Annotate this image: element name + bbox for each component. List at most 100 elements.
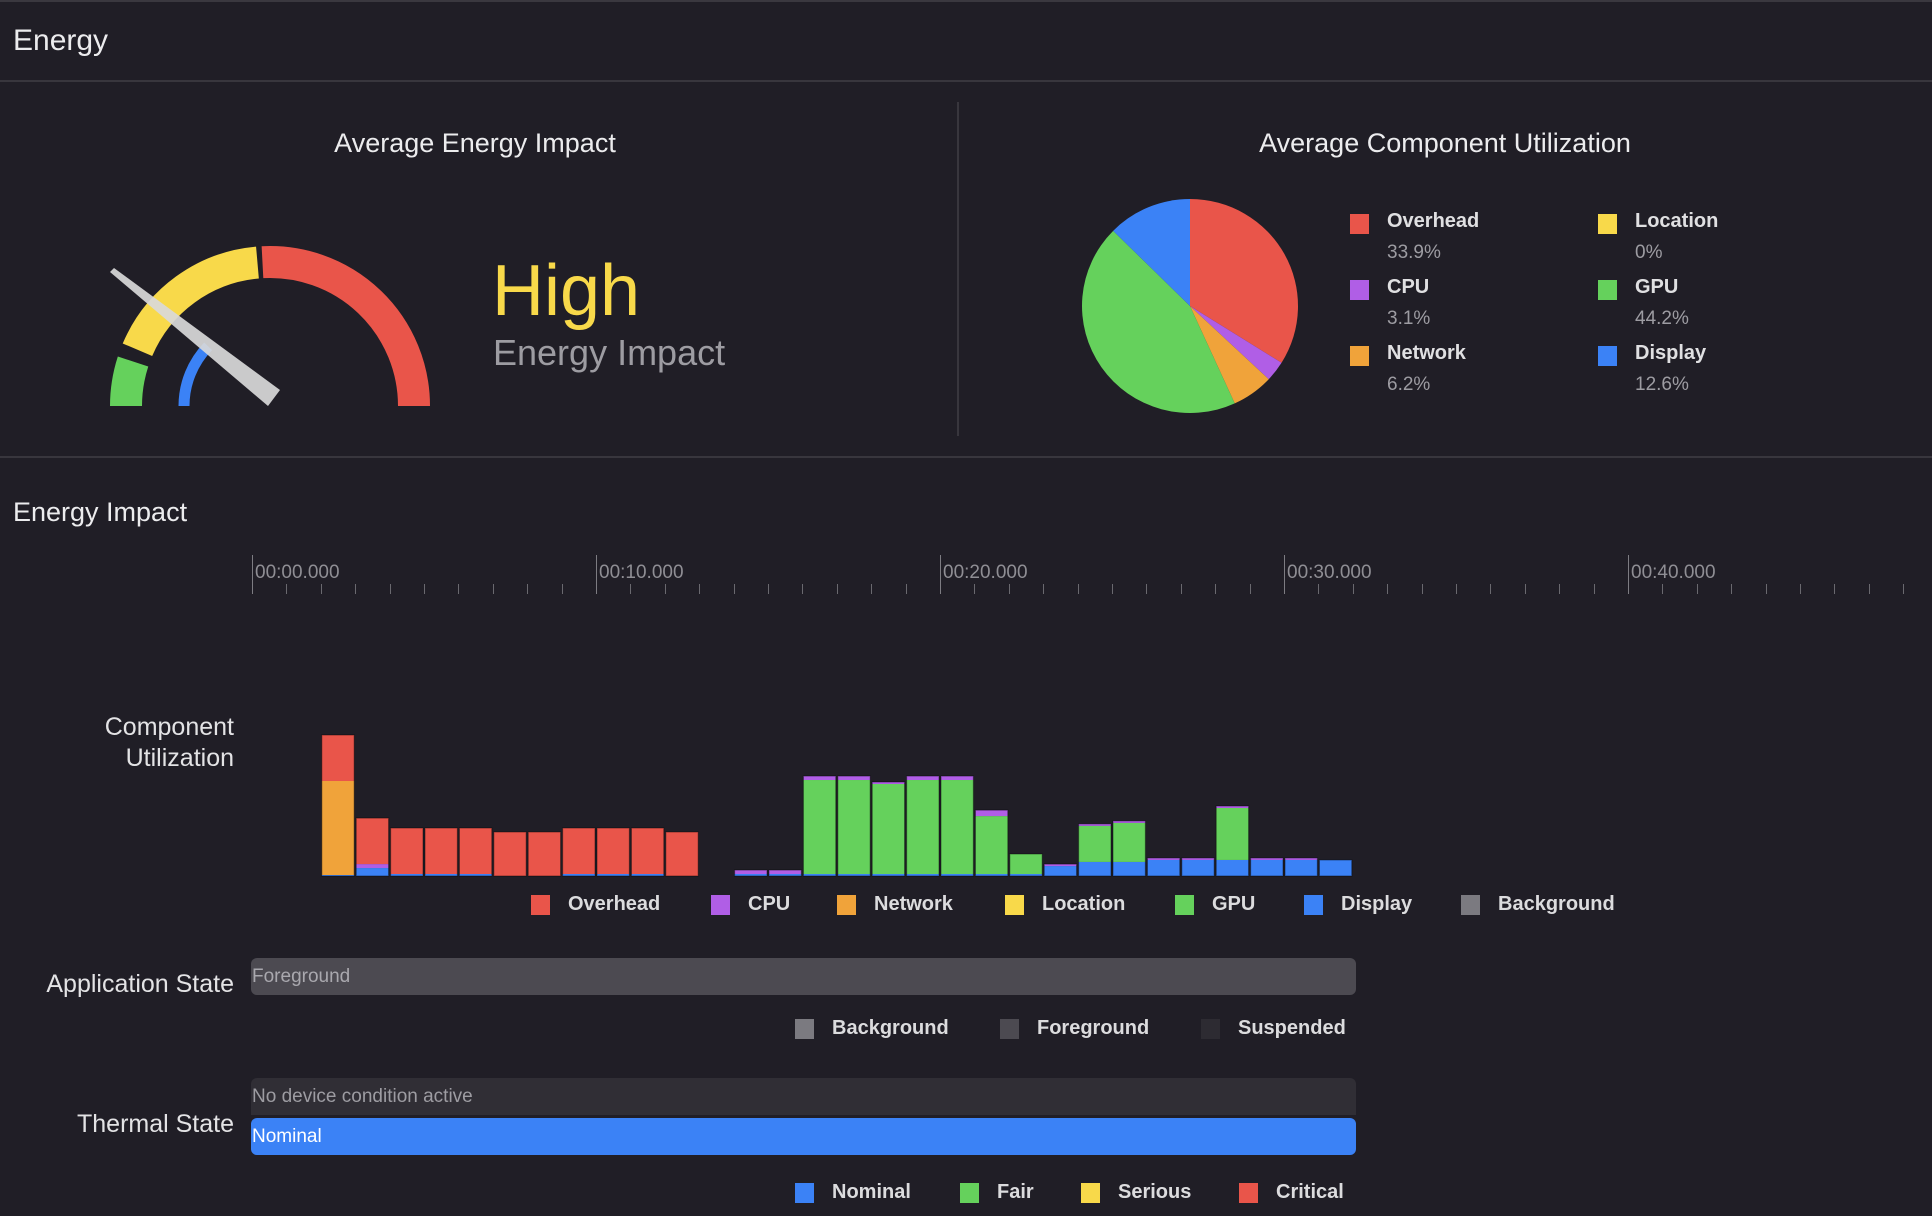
timeline-major-tick (940, 555, 941, 594)
legend-label: Critical (1276, 1181, 1344, 1203)
timeline-label: 00:00.000 (255, 562, 340, 583)
legend-swatch (1598, 280, 1617, 300)
thermal-state-track[interactable]: Nominal (251, 1118, 1356, 1155)
application-state-track[interactable]: Foreground (251, 958, 1356, 995)
utilization-bar (768, 869, 803, 877)
timeline-minor-tick (1249, 584, 1251, 594)
timeline-minor-tick (1008, 584, 1010, 594)
legend-swatch (795, 1019, 814, 1039)
timeline-minor-tick (1180, 584, 1182, 594)
legend-label: Foreground (1037, 1017, 1150, 1039)
timeline-minor-tick (1387, 584, 1389, 594)
timeline-minor-tick (1112, 584, 1113, 594)
legend-swatch (1350, 346, 1369, 366)
legend-swatch (1461, 895, 1480, 915)
timeline-minor-tick (768, 584, 769, 594)
timeline-minor-tick (1318, 584, 1320, 594)
legend-label: Network (874, 893, 953, 915)
utilization-bar (802, 775, 837, 877)
legend-label: CPU (1387, 276, 1430, 298)
panel-divider (957, 102, 959, 436)
timeline-minor-tick (905, 584, 907, 594)
utilization-bar (527, 831, 562, 877)
timeline-minor-tick (1662, 584, 1664, 594)
component-utilization-chart (321, 734, 1353, 877)
legend-value: 3.1% (1387, 308, 1431, 329)
bar-segment-overhead (321, 734, 355, 782)
legend-label: Background (1498, 893, 1615, 915)
average-component-utilization-title: Average Component Utilization (1259, 128, 1631, 158)
legend-value: 44.2% (1635, 308, 1689, 329)
utilization-bar (1249, 857, 1284, 877)
gauge-segment-low (110, 356, 149, 407)
utilization-bar (871, 781, 906, 877)
timeline-minor-tick (1352, 584, 1354, 594)
timeline-minor-tick (871, 584, 873, 594)
device-condition-track[interactable]: No device condition active (251, 1078, 1356, 1115)
legend-label: Suspended (1238, 1017, 1346, 1039)
timeline-ruler[interactable]: 00:00.000 00:10.000 00:20.000 00:30.000 00:4… (0, 550, 1932, 600)
utilization-bar (596, 827, 631, 877)
legend-label: Network (1387, 342, 1466, 364)
bar-segment-gpu (837, 780, 871, 875)
bar-segment-overhead (459, 828, 492, 875)
legend-label: Serious (1118, 1181, 1192, 1203)
utilization-bar (561, 827, 596, 877)
legend-swatch (1350, 280, 1369, 300)
timeline-minor-tick (1490, 584, 1492, 594)
bar-segment-gpu (1078, 825, 1111, 862)
energy-impact-section-title: Energy Impact (13, 497, 188, 527)
gauge-segment-very-high (261, 246, 430, 407)
legend-label: Location (1042, 893, 1126, 915)
window-top-border (0, 0, 1932, 2)
timeline-minor-tick (664, 584, 666, 594)
timeline-minor-tick (561, 584, 563, 594)
utilization-bar (1077, 823, 1112, 877)
legend-value: 0% (1635, 242, 1663, 263)
timeline-minor-tick (389, 584, 391, 594)
timeline-minor-tick (1731, 584, 1733, 594)
legend-swatch (531, 895, 550, 915)
bar-segment-cpu (975, 810, 1008, 817)
bar-segment-cpu (356, 864, 389, 869)
bar-segment-display (1285, 859, 1318, 876)
utilization-bar (321, 734, 355, 877)
bar-segment-display (1250, 859, 1283, 876)
legend-label: Display (1341, 893, 1413, 915)
legend-label: Location (1635, 210, 1719, 232)
energy-gauge (110, 246, 430, 407)
bar-segment-gpu (975, 816, 1008, 875)
utilization-bar (837, 775, 871, 877)
utilization-bar (905, 775, 940, 877)
legend-swatch (711, 895, 730, 915)
legend-swatch (1304, 895, 1323, 915)
device-condition-value: No device condition active (252, 1086, 473, 1107)
timeline-minor-tick (458, 584, 460, 594)
energy-impact-subtitle: Energy Impact (493, 332, 726, 373)
bar-segment-overhead (425, 828, 458, 875)
bar-segment-gpu (941, 780, 974, 875)
legend-swatch (1000, 1019, 1019, 1039)
bar-segment-overhead (528, 831, 561, 876)
bar-segment-display (1181, 859, 1215, 876)
timeline-minor-tick (1765, 584, 1767, 594)
utilization-bar (355, 817, 390, 877)
timeline-minor-tick (1146, 584, 1148, 594)
component-pie-chart (1082, 199, 1298, 413)
legend-swatch (1081, 1183, 1100, 1203)
legend-swatch (1598, 214, 1617, 234)
bar-segment-network (321, 781, 355, 876)
legend-label: Display (1635, 342, 1707, 364)
timeline-minor-tick (492, 584, 494, 594)
utilization-bar (940, 775, 975, 877)
bar-segment-overhead (356, 818, 389, 865)
timeline-minor-tick (424, 584, 425, 594)
application-state-value: Foreground (252, 966, 351, 987)
bar-segment-display (356, 868, 389, 876)
utilization-bar (733, 869, 768, 877)
bar-segment-overhead (493, 831, 527, 876)
thermal-state-legend: Nominal Fair Serious Critical (0, 1181, 1932, 1211)
header-divider (0, 80, 1932, 82)
timeline-minor-tick (1524, 584, 1526, 594)
bar-segment-display (1113, 861, 1146, 876)
